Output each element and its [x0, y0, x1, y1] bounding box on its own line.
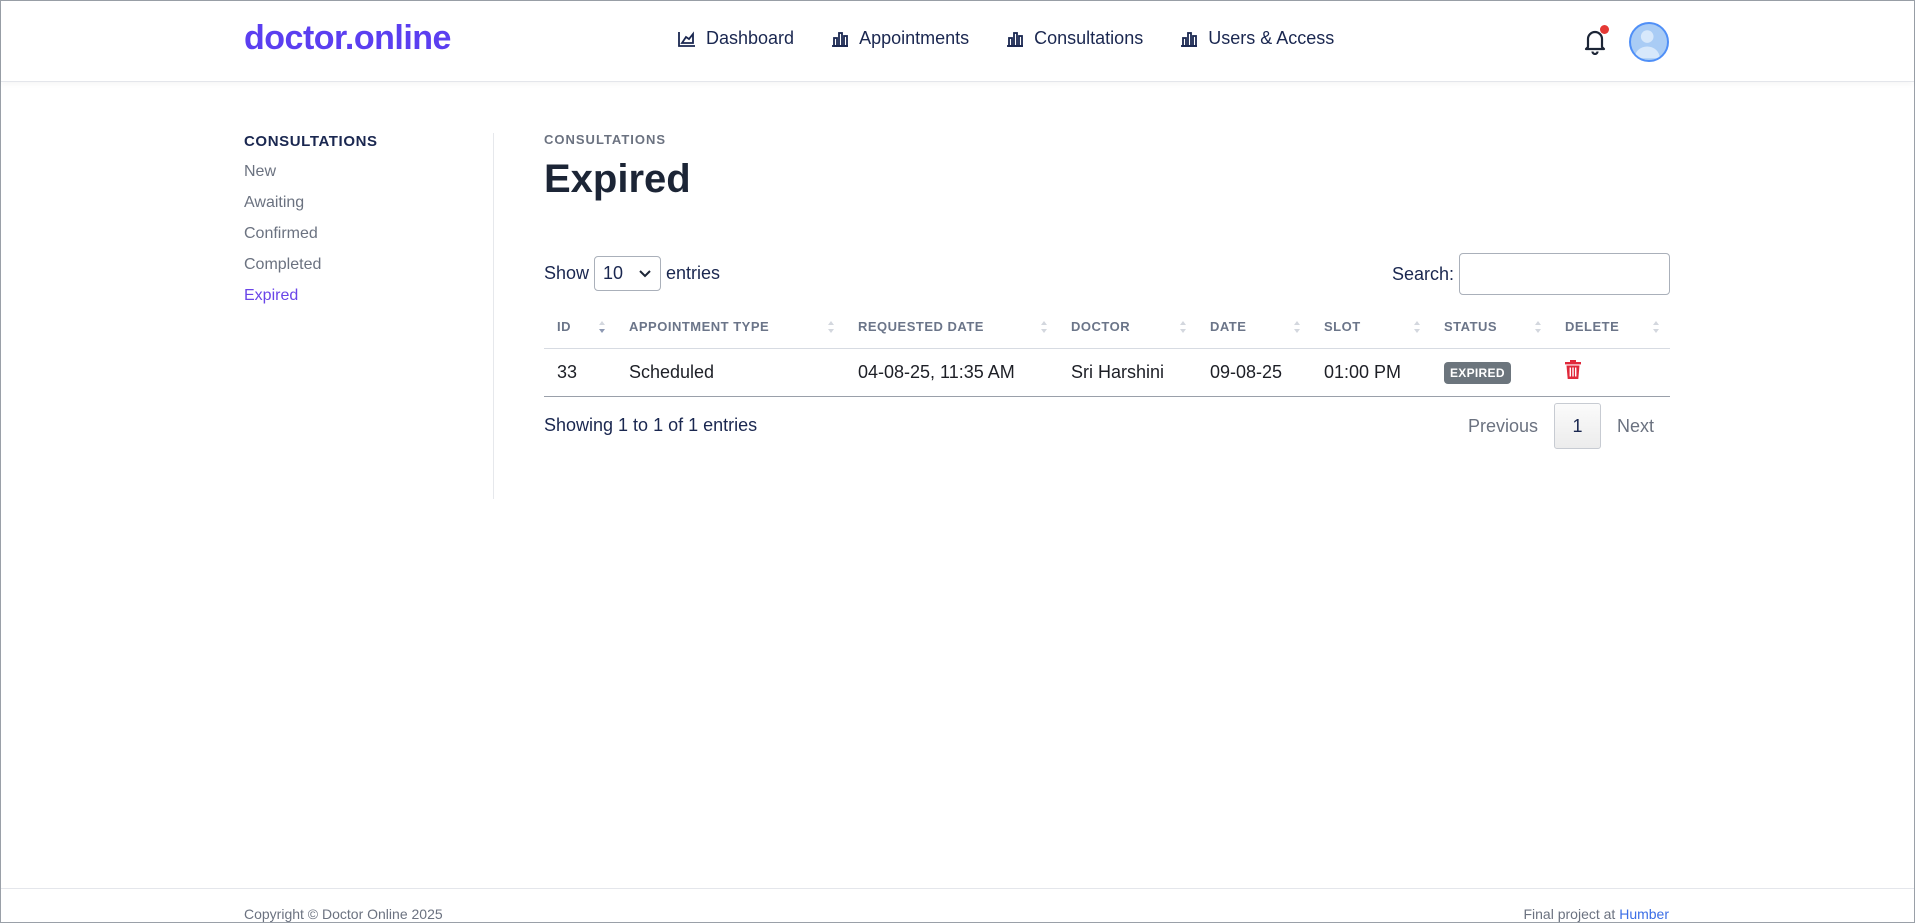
table-search: Search:: [1392, 253, 1670, 295]
column-header-label: SLOT: [1324, 318, 1361, 334]
sort-icon: [1041, 321, 1047, 333]
credit-text: Final project at Humber: [1523, 906, 1669, 922]
previous-button[interactable]: Previous: [1452, 416, 1554, 437]
nav-dashboard-label: Dashboard: [706, 28, 795, 48]
entries-length-control: Show 10 entries: [544, 256, 720, 291]
top-navbar: doctor.online Dashboard Appointments Con…: [1, 1, 1914, 82]
notifications-button[interactable]: [1583, 25, 1609, 57]
column-header-label: DOCTOR: [1071, 318, 1131, 334]
page-1-button[interactable]: 1: [1553, 403, 1601, 449]
chevron-down-icon: [639, 270, 651, 278]
sort-icon: [828, 321, 834, 333]
humber-link[interactable]: Humber: [1619, 906, 1669, 922]
copyright-text: Copyright © Doctor Online 2025: [244, 906, 443, 922]
table-row: 33 Scheduled 04-08-25, 11:35 AM Sri Hars…: [544, 348, 1670, 397]
sidebar-item-awaiting[interactable]: Awaiting: [244, 194, 493, 213]
chart-bar-icon: [832, 31, 849, 47]
sort-icon: [1294, 321, 1300, 333]
nav-appointments[interactable]: Appointments: [830, 28, 969, 49]
search-label: Search:: [1391, 263, 1454, 284]
cell-appointment-type: Scheduled: [616, 348, 845, 397]
nav-dashboard[interactable]: Dashboard: [677, 28, 794, 49]
column-header-delete[interactable]: DELETE: [1552, 305, 1670, 349]
cell-delete: [1552, 348, 1670, 397]
column-header-slot[interactable]: SLOT: [1311, 305, 1431, 349]
cell-requested-date: 04-08-25, 11:35 AM: [845, 348, 1058, 397]
cell-id: 33: [544, 348, 616, 397]
consultations-sidebar: CONSULTATIONS New Awaiting Confirmed Com…: [244, 133, 494, 499]
table-info: Showing 1 to 1 of 1 entries: [544, 415, 758, 435]
next-button[interactable]: Next: [1601, 416, 1670, 437]
nav-users-access-label: Users & Access: [1208, 28, 1335, 48]
sidebar-heading: CONSULTATIONS: [244, 133, 378, 150]
nav-consultations-label: Consultations: [1034, 28, 1144, 48]
search-input[interactable]: [1459, 253, 1670, 295]
chart-area-icon: [678, 30, 695, 47]
nav-consultations[interactable]: Consultations: [1005, 28, 1143, 49]
column-header-label: DELETE: [1565, 318, 1620, 334]
column-header-label: STATUS: [1444, 318, 1498, 334]
brand-logo[interactable]: doctor.online: [244, 19, 451, 58]
sort-icon: [599, 321, 605, 333]
nav-appointments-label: Appointments: [859, 28, 970, 48]
sidebar-item-new[interactable]: New: [244, 163, 493, 182]
entries-select[interactable]: 10: [594, 256, 662, 291]
status-badge: EXPIRED: [1444, 361, 1511, 384]
sort-icon: [1180, 321, 1186, 333]
column-header-requested-date[interactable]: REQUESTED DATE: [845, 305, 1058, 349]
column-header-appointment-type[interactable]: APPOINTMENT TYPE: [616, 305, 845, 349]
page-footer: Copyright © Doctor Online 2025 Final pro…: [1, 888, 1914, 923]
show-label: Show: [544, 263, 590, 283]
column-header-status[interactable]: STATUS: [1431, 305, 1552, 349]
sort-icon: [1535, 321, 1541, 333]
column-header-label: REQUESTED DATE: [858, 318, 984, 334]
notification-dot: [1600, 25, 1609, 34]
nav-users-access[interactable]: Users & Access: [1179, 28, 1334, 49]
pagination: Previous 1 Next: [1452, 403, 1670, 449]
cell-status: EXPIRED: [1431, 348, 1552, 397]
entries-select-value: 10: [603, 263, 624, 283]
sidebar-item-confirmed[interactable]: Confirmed: [244, 225, 493, 244]
table-header-row: ID APPOINTMENT TYPE REQUESTED DATE DOCTO…: [544, 305, 1670, 349]
user-avatar[interactable]: [1629, 22, 1669, 62]
table-controls: Show 10 entries Search:: [544, 253, 1670, 295]
chart-bar-icon: [1007, 31, 1024, 47]
consultations-table: ID APPOINTMENT TYPE REQUESTED DATE DOCTO…: [544, 305, 1670, 397]
column-header-id[interactable]: ID: [544, 305, 616, 349]
chart-bar-icon: [1181, 31, 1198, 47]
column-header-date[interactable]: DATE: [1197, 305, 1311, 349]
column-header-label: DATE: [1210, 318, 1247, 334]
column-header-label: ID: [557, 318, 571, 334]
page-title: Expired: [544, 157, 691, 201]
cell-doctor: Sri Harshini: [1058, 348, 1197, 397]
entries-label: entries: [666, 263, 721, 283]
trash-icon[interactable]: [1565, 360, 1581, 379]
cell-date: 09-08-25: [1197, 348, 1311, 397]
main-content: CONSULTATIONS Expired Show 10 entries Se…: [544, 132, 1670, 449]
user-avatar-icon: [1634, 30, 1660, 59]
sort-icon: [1414, 321, 1420, 333]
page-eyebrow: CONSULTATIONS: [544, 132, 667, 147]
column-header-doctor[interactable]: DOCTOR: [1058, 305, 1197, 349]
sidebar-item-expired[interactable]: Expired: [244, 287, 493, 306]
credit-prefix: Final project at: [1523, 906, 1616, 922]
sort-icon: [1653, 321, 1659, 333]
sidebar-item-completed[interactable]: Completed: [244, 256, 493, 275]
cell-slot: 01:00 PM: [1311, 348, 1431, 397]
main-nav: Dashboard Appointments Consultations Use…: [677, 28, 1334, 49]
column-header-label: APPOINTMENT TYPE: [629, 318, 770, 334]
